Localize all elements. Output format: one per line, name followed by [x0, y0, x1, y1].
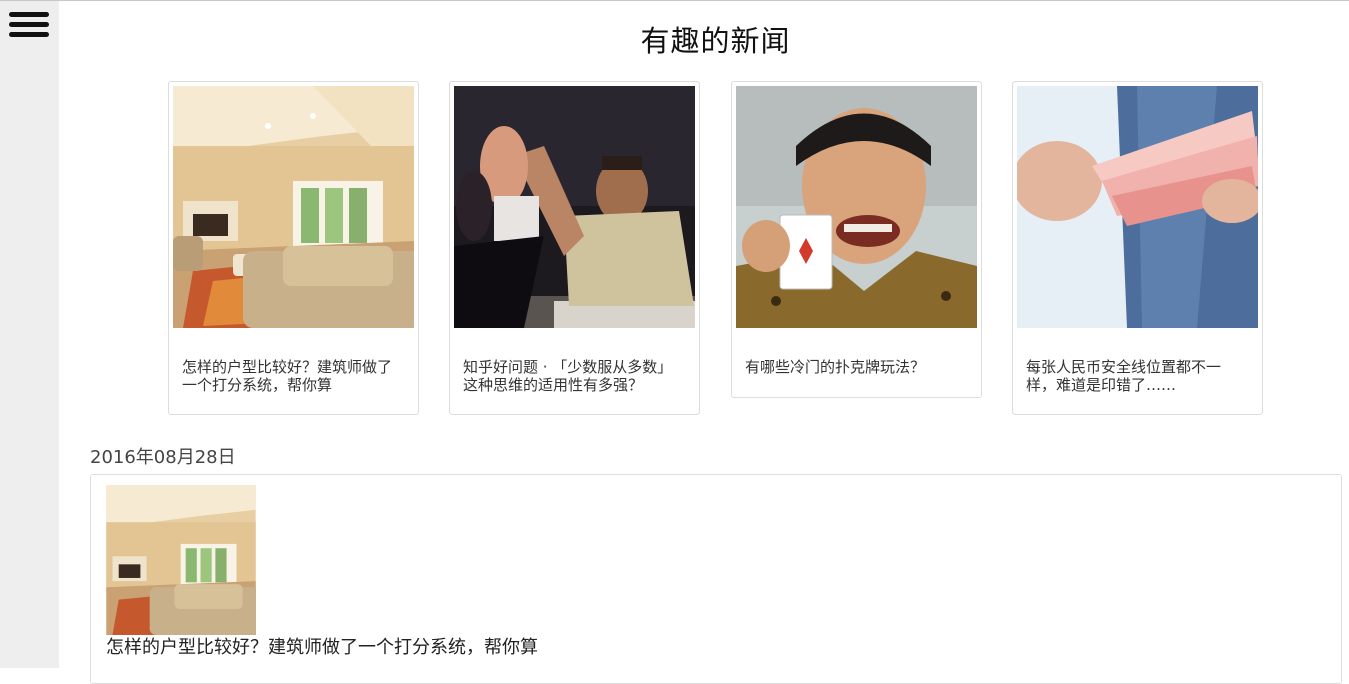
news-card[interactable]: 每张人民币安全线位置都不一样，难道是印错了……	[1012, 81, 1263, 415]
card-caption: 有哪些冷门的扑克牌玩法？	[745, 358, 926, 376]
feed-list: 怎样的户型比较好？建筑师做了一个打分系统，帮你算	[90, 474, 1342, 684]
news-card[interactable]: 怎样的户型比较好？建筑师做了一个打分系统，帮你算	[168, 81, 419, 415]
hamburger-menu-icon[interactable]	[9, 11, 49, 39]
card-caption: 怎样的户型比较好？建筑师做了一个打分系统，帮你算	[182, 358, 393, 394]
feed-date: 2016年08月28日	[90, 447, 236, 468]
living-room-photo	[173, 86, 414, 328]
smiling-man-holding-card-photo	[736, 86, 977, 328]
page-title: 有趣的新闻	[640, 24, 791, 58]
card-caption: 知乎好问题 · 「少数服从多数」这种思维的适用性有多强？	[463, 358, 673, 394]
news-card[interactable]: 有哪些冷门的扑克牌玩法？	[731, 81, 982, 398]
card-caption: 每张人民币安全线位置都不一样，难道是印错了……	[1026, 358, 1222, 394]
top-border-line	[0, 0, 1349, 1]
sidebar	[0, 1, 59, 668]
news-card[interactable]: 知乎好问题 · 「少数服从多数」这种思维的适用性有多强？	[449, 81, 700, 415]
feed-item-title[interactable]: 怎样的户型比较好？建筑师做了一个打分系统，帮你算	[106, 633, 538, 659]
feed-item-thumbnail[interactable]	[106, 485, 256, 635]
hands-counting-banknotes-photo	[1017, 86, 1258, 328]
raised-hands-meeting-photo	[454, 86, 695, 328]
